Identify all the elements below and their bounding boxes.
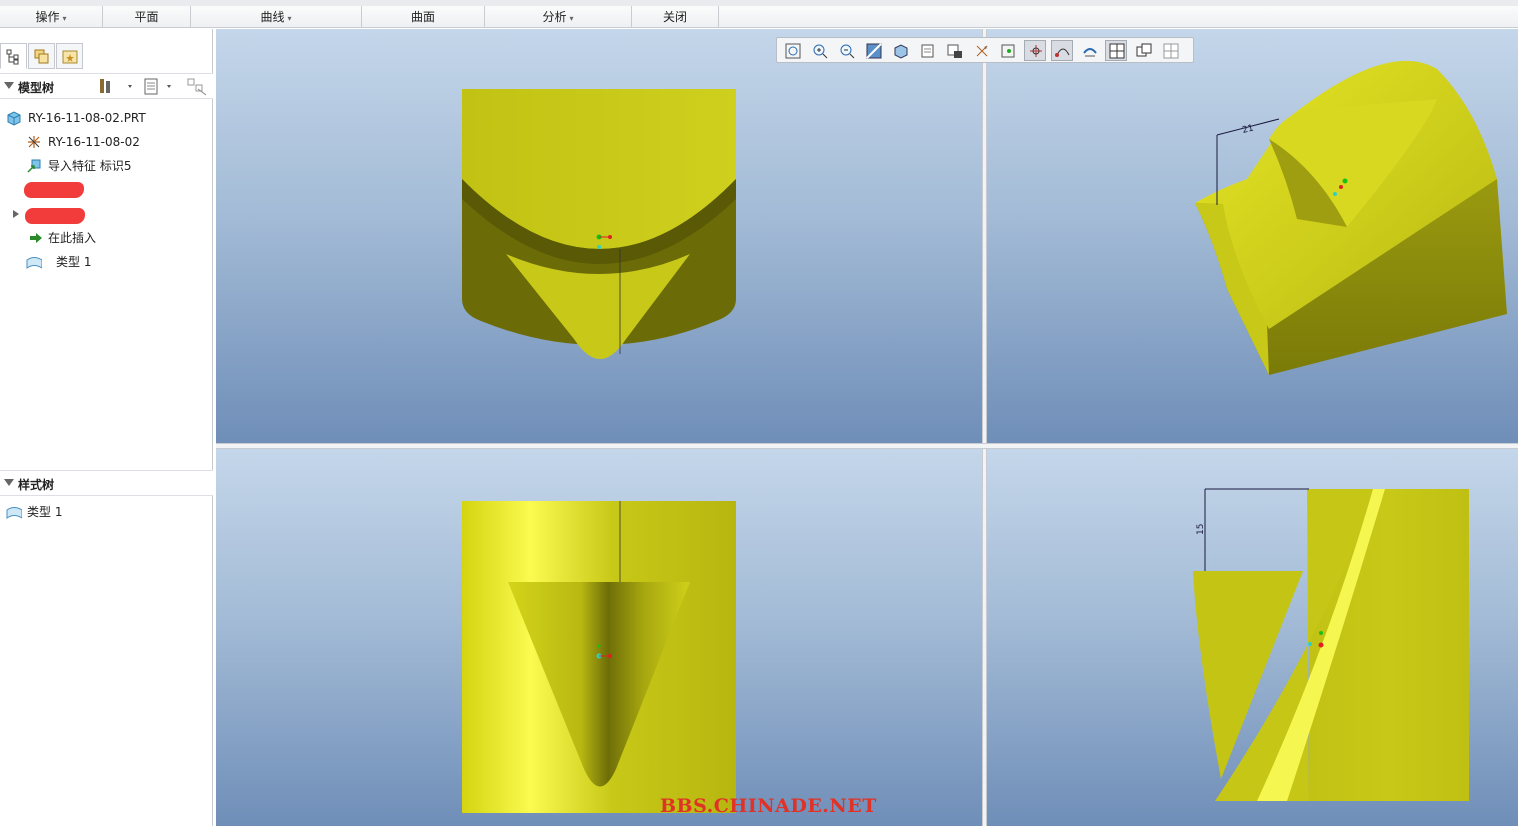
graphics-view-toolbar: * [776,37,1194,63]
active-view-icon[interactable] [1132,40,1154,61]
menu-curves[interactable]: 曲线 ▾ [191,6,362,28]
menu-label: 平面 [134,10,159,24]
model-front-view [462,89,736,359]
tree-item-label: 类型 1 [56,255,92,269]
style-tree-title: 样式树 [18,478,55,492]
collapse-icon[interactable] [4,479,14,486]
tree-item-import-feature[interactable]: 导入特征 标识5 [0,155,213,177]
tree-item-label: 类型 1 [27,505,63,519]
dimension-label: 15 [1196,524,1206,535]
menu-label: 关闭 [662,10,687,24]
menu-close[interactable]: 关闭 [632,6,719,28]
menu-label: 分析 [542,10,567,24]
tree-item-part[interactable]: RY-16-11-08-02.PRT [0,107,213,129]
layers-tab[interactable] [28,43,55,69]
menu-surfaces[interactable]: 曲面 [362,6,485,28]
refit-icon[interactable] [781,40,803,61]
creo-style-workspace: 操作 ▾ 平面 曲线 ▾ 曲面 分析 ▾ 关闭 模型树 RY-16-11-08-… [0,0,1518,826]
four-views-icon[interactable] [1105,40,1127,61]
tile-view-icon[interactable] [1159,40,1181,61]
repaint-icon[interactable] [862,40,884,61]
orient-icon[interactable] [1078,40,1100,61]
annotation-display-icon[interactable] [1024,40,1046,61]
menu-operations[interactable]: 操作 ▾ [0,6,103,28]
ribbon-group-bar: 操作 ▾ 平面 曲线 ▾ 曲面 分析 ▾ 关闭 [0,0,1518,28]
menu-label: 曲面 [410,10,435,24]
insert-here-arrow-icon [30,233,42,243]
layers-icon [34,49,49,64]
model-tree-tab[interactable] [0,43,27,69]
collapse-icon[interactable] [4,82,14,89]
model-tree-header[interactable]: 模型树 [0,73,213,99]
viewport-splitter-horizontal[interactable] [216,443,1518,449]
navigator-panel: 模型树 RY-16-11-08-02.PRT RY-16-11-08-02 导入… [0,29,213,826]
spin-center-icon[interactable] [997,40,1019,61]
part-icon [7,111,21,126]
style-tree-item[interactable]: 类型 1 [0,501,213,523]
style-tree-header[interactable]: 样式树 [0,470,213,496]
expand-arrow-icon[interactable] [13,210,19,218]
viewport-bottom-left[interactable] [216,449,982,826]
style-feature-icon: * [26,257,42,269]
zoom-in-icon[interactable] [808,40,830,61]
menu-label: 曲线 [260,10,285,24]
chevron-down-icon: ▾ [569,14,574,23]
model-top-view [462,501,736,813]
favorites-icon [62,50,78,64]
import-feature-icon [27,159,41,173]
tree-item-insert-here[interactable]: 在此插入 [0,227,213,249]
model-iso-view: 21 [1195,60,1507,375]
tree-item-label: 导入特征 标识5 [48,159,132,173]
show-columns-icon[interactable] [143,77,179,97]
datum-display-icon[interactable]: * [970,40,992,61]
redaction-mark [25,208,85,224]
watermark: BBS.CHINADE.NET [660,795,877,817]
viewport-bottom-right[interactable]: 15 [987,449,1518,826]
menu-analysis[interactable]: 分析 ▾ [485,6,632,28]
navigator-tabs [0,39,213,71]
model-side-view: 15 [1193,488,1469,801]
zoom-out-icon[interactable] [835,40,857,61]
tree-item-redacted-1[interactable] [0,179,213,201]
tree-settings-icon[interactable] [98,77,138,97]
tree-item-redacted-2[interactable] [0,203,213,225]
display-style-icon[interactable] [889,40,911,61]
dimension-label: 21 [1241,123,1255,135]
viewport-top-right[interactable]: 21 [987,29,1518,443]
chevron-down-icon: ▾ [287,14,292,23]
redaction-mark [24,182,84,198]
menu-label: 操作 [35,10,60,24]
tree-icon [6,49,19,65]
svg-text:*: * [984,45,988,53]
tree-item-label: 在此插入 [48,231,97,245]
chevron-down-icon: ▾ [62,14,67,23]
model-tree-title: 模型树 [18,81,55,95]
tree-item-csys[interactable]: RY-16-11-08-02 [0,131,213,153]
tree-item-label: RY-16-11-08-02.PRT [28,111,146,125]
menu-plane[interactable]: 平面 [103,6,191,28]
curvature-display-icon[interactable] [1051,40,1073,61]
style-feature-icon [6,507,22,519]
viewport-top-left[interactable] [216,29,982,443]
saved-views-icon[interactable] [916,40,938,61]
viewport-splitter-vertical[interactable] [982,29,987,826]
tree-filter-icon[interactable] [186,77,210,97]
tree-item-label: RY-16-11-08-02 [48,135,140,149]
csys-icon [28,136,40,148]
favorites-tab[interactable] [56,43,83,69]
tree-item-style[interactable]: * 类型 1 [0,251,213,273]
view-manager-icon[interactable] [943,40,965,61]
